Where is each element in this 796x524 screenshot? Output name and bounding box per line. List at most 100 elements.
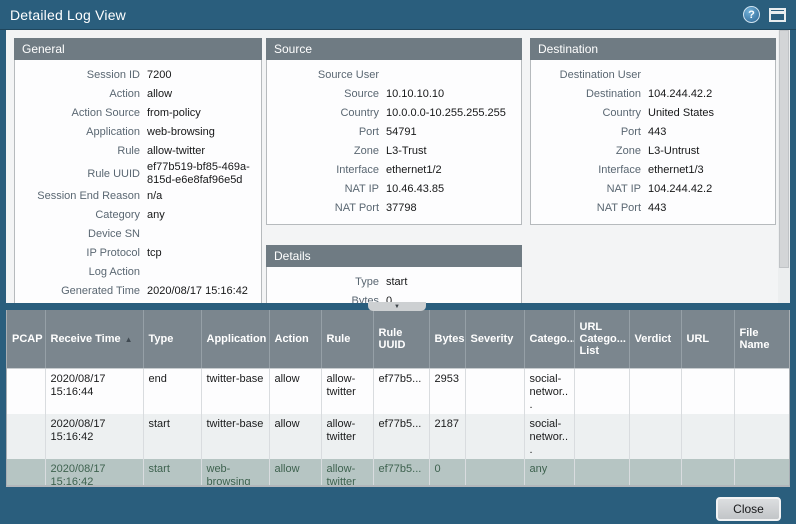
cell-pcap[interactable] — [7, 414, 45, 459]
field-value: 104.244.42.2 — [641, 88, 769, 101]
column-header-severity[interactable]: Severity — [465, 310, 524, 368]
field-row: Destination User — [531, 66, 769, 85]
detailed-log-view-dialog: Detailed Log View ? General Session ID72… — [0, 0, 796, 524]
cell-file-name[interactable] — [734, 459, 789, 488]
cell-verdict[interactable] — [629, 368, 681, 414]
general-panel-body: Session ID7200 Actionallow Action Source… — [14, 60, 262, 303]
scrollbar-thumb[interactable] — [779, 30, 789, 268]
cell-category[interactable]: social-networ... — [524, 414, 574, 459]
cell-url-category-list[interactable] — [574, 459, 629, 488]
field-row: ZoneL3-Untrust — [531, 142, 769, 161]
cell-action[interactable]: allow — [269, 459, 321, 488]
column-header-file-name[interactable]: File Name — [734, 310, 789, 368]
cell-category[interactable]: social-networ... — [524, 368, 574, 414]
cell-verdict[interactable] — [629, 414, 681, 459]
cell-application[interactable]: web-browsing — [201, 459, 269, 488]
cell-severity[interactable] — [465, 414, 524, 459]
cell-severity[interactable] — [465, 459, 524, 488]
field-label: Source User — [267, 69, 379, 82]
dialog-title: Detailed Log View — [10, 7, 126, 23]
column-header-category[interactable]: Catego... — [524, 310, 574, 368]
field-value: L3-Untrust — [641, 145, 769, 158]
field-value: 10.0.0.0-10.255.255.255 — [379, 107, 515, 120]
column-header-pcap[interactable]: PCAP — [7, 310, 45, 368]
cell-bytes[interactable]: 2953 — [429, 368, 465, 414]
column-header-verdict[interactable]: Verdict — [629, 310, 681, 368]
cell-rule-uuid[interactable]: ef77b5... — [373, 459, 429, 488]
field-row: Session ID7200 — [15, 66, 255, 85]
column-header-bytes[interactable]: Bytes — [429, 310, 465, 368]
cell-type[interactable]: start — [143, 414, 201, 459]
cell-url-category-list[interactable] — [574, 368, 629, 414]
cell-receive-time[interactable]: 2020/08/17 15:16:42 — [45, 414, 143, 459]
field-row: NAT IP104.244.42.2 — [531, 180, 769, 199]
cell-rule[interactable]: allow-twitter — [321, 459, 373, 488]
splitter-collapse-handle[interactable]: ▼ — [368, 302, 426, 311]
cell-type[interactable]: start — [143, 459, 201, 488]
cell-application[interactable]: twitter-base — [201, 414, 269, 459]
window-icon[interactable] — [769, 8, 786, 22]
cell-action[interactable]: allow — [269, 368, 321, 414]
cell-category[interactable]: any — [524, 459, 574, 488]
column-header-url-category-list[interactable]: URL Catego... List — [574, 310, 629, 368]
field-value: n/a — [140, 190, 255, 203]
cell-url-category-list[interactable] — [574, 414, 629, 459]
cell-rule-uuid[interactable]: ef77b5... — [373, 368, 429, 414]
cell-url[interactable] — [681, 459, 734, 488]
cell-pcap[interactable] — [7, 368, 45, 414]
cell-rule[interactable]: allow-twitter — [321, 414, 373, 459]
field-row: Log Action — [15, 263, 255, 282]
field-label: Log Action — [15, 266, 140, 279]
column-header-label: Receive Time — [51, 333, 121, 345]
field-value: tcp — [140, 247, 255, 260]
field-label: Device SN — [15, 228, 140, 241]
close-button[interactable]: Close — [716, 497, 781, 521]
panel-title: General — [22, 42, 65, 56]
table-row-selected[interactable]: 2020/08/17 15:16:42 start web-browsing a… — [7, 459, 789, 488]
cell-type[interactable]: end — [143, 368, 201, 414]
field-row: Action Sourcefrom-policy — [15, 104, 255, 123]
cell-bytes[interactable]: 2187 — [429, 414, 465, 459]
field-value: from-policy — [140, 107, 255, 120]
column-header-action[interactable]: Action — [269, 310, 321, 368]
field-value: L3-Trust — [379, 145, 515, 158]
column-header-receive-time[interactable]: Receive Time ▲ — [45, 310, 143, 368]
column-header-url[interactable]: URL — [681, 310, 734, 368]
field-label: NAT Port — [267, 202, 379, 215]
field-value: start — [379, 276, 515, 289]
field-value: ef77b519-bf85-469a-815d-e6e8faf96e5d — [140, 161, 255, 187]
field-row: Applicationweb-browsing — [15, 123, 255, 142]
cell-url[interactable] — [681, 368, 734, 414]
sort-ascending-icon: ▲ — [125, 335, 133, 344]
table-row[interactable]: 2020/08/17 15:16:42 start twitter-base a… — [7, 414, 789, 459]
cell-rule[interactable]: allow-twitter — [321, 368, 373, 414]
cell-pcap[interactable] — [7, 459, 45, 488]
cell-action[interactable]: allow — [269, 414, 321, 459]
column-header-application[interactable]: Application — [201, 310, 269, 368]
cell-bytes[interactable]: 0 — [429, 459, 465, 488]
cell-application[interactable]: twitter-base — [201, 368, 269, 414]
cell-receive-time[interactable]: 2020/08/17 15:16:42 — [45, 459, 143, 488]
cell-file-name[interactable] — [734, 368, 789, 414]
column-header-rule-uuid[interactable]: Rule UUID — [373, 310, 429, 368]
vertical-scrollbar[interactable] — [778, 30, 790, 303]
help-icon[interactable]: ? — [743, 6, 760, 23]
cell-receive-time[interactable]: 2020/08/17 15:16:44 — [45, 368, 143, 414]
table-header-row: PCAP Receive Time ▲ Type Application Acti… — [7, 310, 789, 368]
field-value: 443 — [641, 126, 769, 139]
log-table: PCAP Receive Time ▲ Type Application Acti… — [6, 310, 790, 487]
field-label: Bytes — [267, 295, 379, 303]
column-header-rule[interactable]: Rule — [321, 310, 373, 368]
titlebar: Detailed Log View ? — [0, 0, 796, 30]
titlebar-icons: ? — [743, 6, 786, 23]
cell-url[interactable] — [681, 414, 734, 459]
column-header-type[interactable]: Type — [143, 310, 201, 368]
cell-rule-uuid[interactable]: ef77b5... — [373, 414, 429, 459]
cell-file-name[interactable] — [734, 414, 789, 459]
table-row[interactable]: 2020/08/17 15:16:44 end twitter-base all… — [7, 368, 789, 414]
details-panel-header: Details — [266, 245, 522, 267]
field-row: Session End Reasonn/a — [15, 187, 255, 206]
cell-severity[interactable] — [465, 368, 524, 414]
source-panel-header: Source — [266, 38, 522, 60]
cell-verdict[interactable] — [629, 459, 681, 488]
